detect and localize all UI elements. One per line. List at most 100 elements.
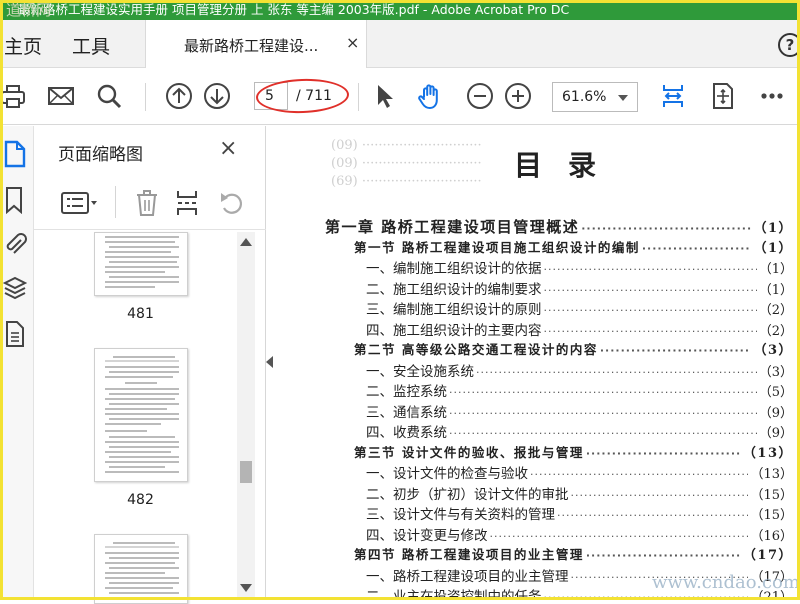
toc-entry[interactable]: 一、编制施工组织设计的依据 ···························… [366, 257, 793, 277]
window-title-bar: 最新路桥工程建设实用手册 项目管理分册 上 张东 等主编 2003年版.pdf … [0, 0, 800, 20]
document-view[interactable]: (09) ····························· (09) … [279, 126, 800, 600]
page-thumbnail[interactable] [94, 348, 188, 482]
toc-entry-label: 四、施工组织设计的主要内容 [366, 322, 542, 339]
toc-leader-dots: ········································… [543, 283, 757, 297]
toc-entry-label: 三、设计文件与有关资料的管理 [366, 507, 555, 523]
thumbnail-page-number: 482 [127, 492, 154, 508]
thumbnail-options-icon[interactable] [60, 190, 100, 216]
toc-heading: 目录 [514, 149, 623, 182]
toc-entry-page: （1） [758, 262, 793, 277]
page-thumbnail[interactable] [94, 232, 188, 296]
email-icon[interactable] [46, 81, 76, 111]
collapse-panel-icon[interactable] [266, 356, 273, 368]
page-info-icon[interactable] [5, 320, 25, 348]
toc-entry[interactable]: 一、设计文件的检查与验收 ····························… [366, 462, 793, 482]
toc-entry[interactable]: 二、施工组织设计的编制要求 ···························… [366, 278, 793, 298]
page-up-icon[interactable] [164, 81, 194, 111]
page-thumbnail[interactable] [94, 534, 188, 604]
toc-entry-page: （1） [758, 282, 793, 298]
scrollbar-thumb[interactable] [240, 461, 252, 483]
toc-entry-label: 二、施工组织设计的编制要求 [366, 281, 542, 298]
layers-icon[interactable] [3, 274, 27, 302]
toc-entry[interactable]: 二、监控系统 ··································… [366, 380, 793, 400]
toc-entry-page: （3） [753, 343, 793, 358]
toc-leader-dots: ········································… [449, 427, 757, 440]
fit-page-icon[interactable] [708, 81, 738, 111]
toc-entry[interactable]: 第四节 路桥工程建设项目的业主管理 ·······················… [354, 544, 793, 563]
attachment-icon[interactable] [3, 230, 27, 258]
scroll-down-arrow-icon[interactable] [240, 584, 252, 592]
toc-leader-dots: ········································… [599, 344, 752, 357]
toc-entry[interactable]: 三、通信系统 ··································… [366, 401, 793, 421]
toc-leader-dots: ········································… [476, 365, 757, 379]
toc-leader-dots: ········································… [581, 222, 752, 235]
page-thumbnails-icon[interactable] [4, 140, 26, 168]
insert-page-icon[interactable] [174, 188, 202, 218]
scroll-up-arrow-icon[interactable] [240, 238, 252, 246]
toc-entry-page: （15） [750, 508, 793, 523]
toc-entry-page: （16） [750, 528, 793, 544]
more-icon[interactable] [758, 81, 788, 111]
toc-entry-page: （3） [758, 364, 793, 380]
toc-entry-label: 三、编制施工组织设计的原则 [366, 302, 542, 318]
document-tab[interactable]: 最新路桥工程建设... × [145, 20, 367, 68]
select-cursor-icon[interactable] [370, 81, 400, 111]
chevron-down-icon [618, 95, 628, 101]
toc-entry[interactable]: 二、初步（扩初）设计文件的审批 ·························… [366, 483, 793, 503]
toc-leader-dots: ········································… [570, 488, 749, 502]
toc-entry-label: 二、初步（扩初）设计文件的审批 [366, 486, 569, 503]
thumbnail-scrollbar[interactable] [237, 232, 255, 600]
toc-entry[interactable]: 第一章 路桥工程建设项目管理概述 ························… [325, 216, 793, 237]
rotate-icon[interactable] [218, 189, 246, 217]
toc-leader-dots: ········································… [641, 241, 752, 255]
toc-entry-page: （13） [750, 467, 793, 482]
toc-leader-dots: ········································… [585, 446, 741, 460]
toc-entry[interactable]: 一、安全设施系统 ································… [366, 360, 793, 380]
page-down-icon[interactable] [202, 81, 232, 111]
menu-home[interactable]: 主页 [4, 32, 42, 59]
toc-entry-label: 一、设计文件的检查与验收 [366, 466, 528, 482]
bleed-through-text: (09) ····························· [331, 138, 482, 153]
panel-close-icon[interactable]: × [219, 136, 237, 161]
toc-entry[interactable]: 第二节 高等级公路交通工程设计的内容 ······················… [354, 339, 793, 358]
toc-leader-dots: ········································… [543, 304, 757, 317]
toc-entry[interactable]: 三、编制施工组织设计的原则 ···························… [366, 298, 793, 318]
trash-icon[interactable] [134, 188, 160, 218]
toc-entry-page: （9） [758, 426, 793, 441]
toc-entry-label: 三、通信系统 [366, 404, 447, 421]
toc-entry-label: 第二节 高等级公路交通工程设计的内容 [354, 342, 598, 357]
print-icon[interactable] [0, 81, 30, 111]
toc-entry[interactable]: 第三节 设计文件的验收、报批与管理 ·······················… [354, 442, 793, 461]
tab-close-icon[interactable]: × [346, 33, 359, 52]
toc-entry[interactable]: 四、施工组织设计的主要内容 ···························… [366, 319, 793, 339]
menu-tools[interactable]: 工具 [72, 32, 110, 59]
bookmark-icon[interactable] [5, 186, 25, 214]
toc-entry-label: 第四节 路桥工程建设项目的业主管理 [354, 547, 584, 562]
toc-leader-dots: ········································… [449, 386, 757, 399]
thumbnail-page-number: 481 [127, 306, 154, 322]
toc-entry[interactable]: 三、设计文件与有关资料的管理 ··························… [366, 503, 793, 523]
window-title: 最新路桥工程建设实用手册 项目管理分册 上 张东 等主编 2003年版.pdf … [18, 2, 570, 17]
fit-width-icon[interactable] [658, 81, 688, 111]
hand-tool-icon[interactable] [416, 81, 446, 111]
toolbar-separator [358, 83, 359, 111]
zoom-in-icon[interactable] [503, 81, 533, 111]
zoom-level-select[interactable]: 61.6% [552, 82, 638, 112]
toc-entry-page: （9） [758, 405, 793, 421]
toolbar-separator [145, 83, 146, 111]
toc-entry-label: 四、设计变更与修改 [366, 527, 488, 544]
help-icon[interactable]: ? [778, 33, 800, 57]
zoom-level-value: 61.6% [562, 89, 607, 105]
panel-toolbar [34, 178, 266, 230]
toc-entry[interactable]: 四、收费系统 ··································… [366, 421, 793, 441]
site-watermark: www.cndao.com [652, 572, 800, 593]
tab-bar: 主页 工具 最新路桥工程建设... × ? [0, 20, 800, 68]
toc-entry[interactable]: 四、设计变更与修改 ·······························… [366, 524, 793, 544]
toc-entry-label: 第三节 设计文件的验收、报批与管理 [354, 444, 584, 460]
toc-leader-dots: ········································… [557, 509, 748, 522]
toc-entry-label: 第一节 路桥工程建设项目施工组织设计的编制 [354, 239, 640, 255]
page-thumbnails-panel: 页面缩略图 × 481 482 [34, 126, 266, 604]
search-icon[interactable] [94, 81, 124, 111]
toc-entry[interactable]: 第一节 路桥工程建设项目施工组织设计的编制 ···················… [354, 237, 793, 256]
zoom-out-icon[interactable] [465, 81, 495, 111]
